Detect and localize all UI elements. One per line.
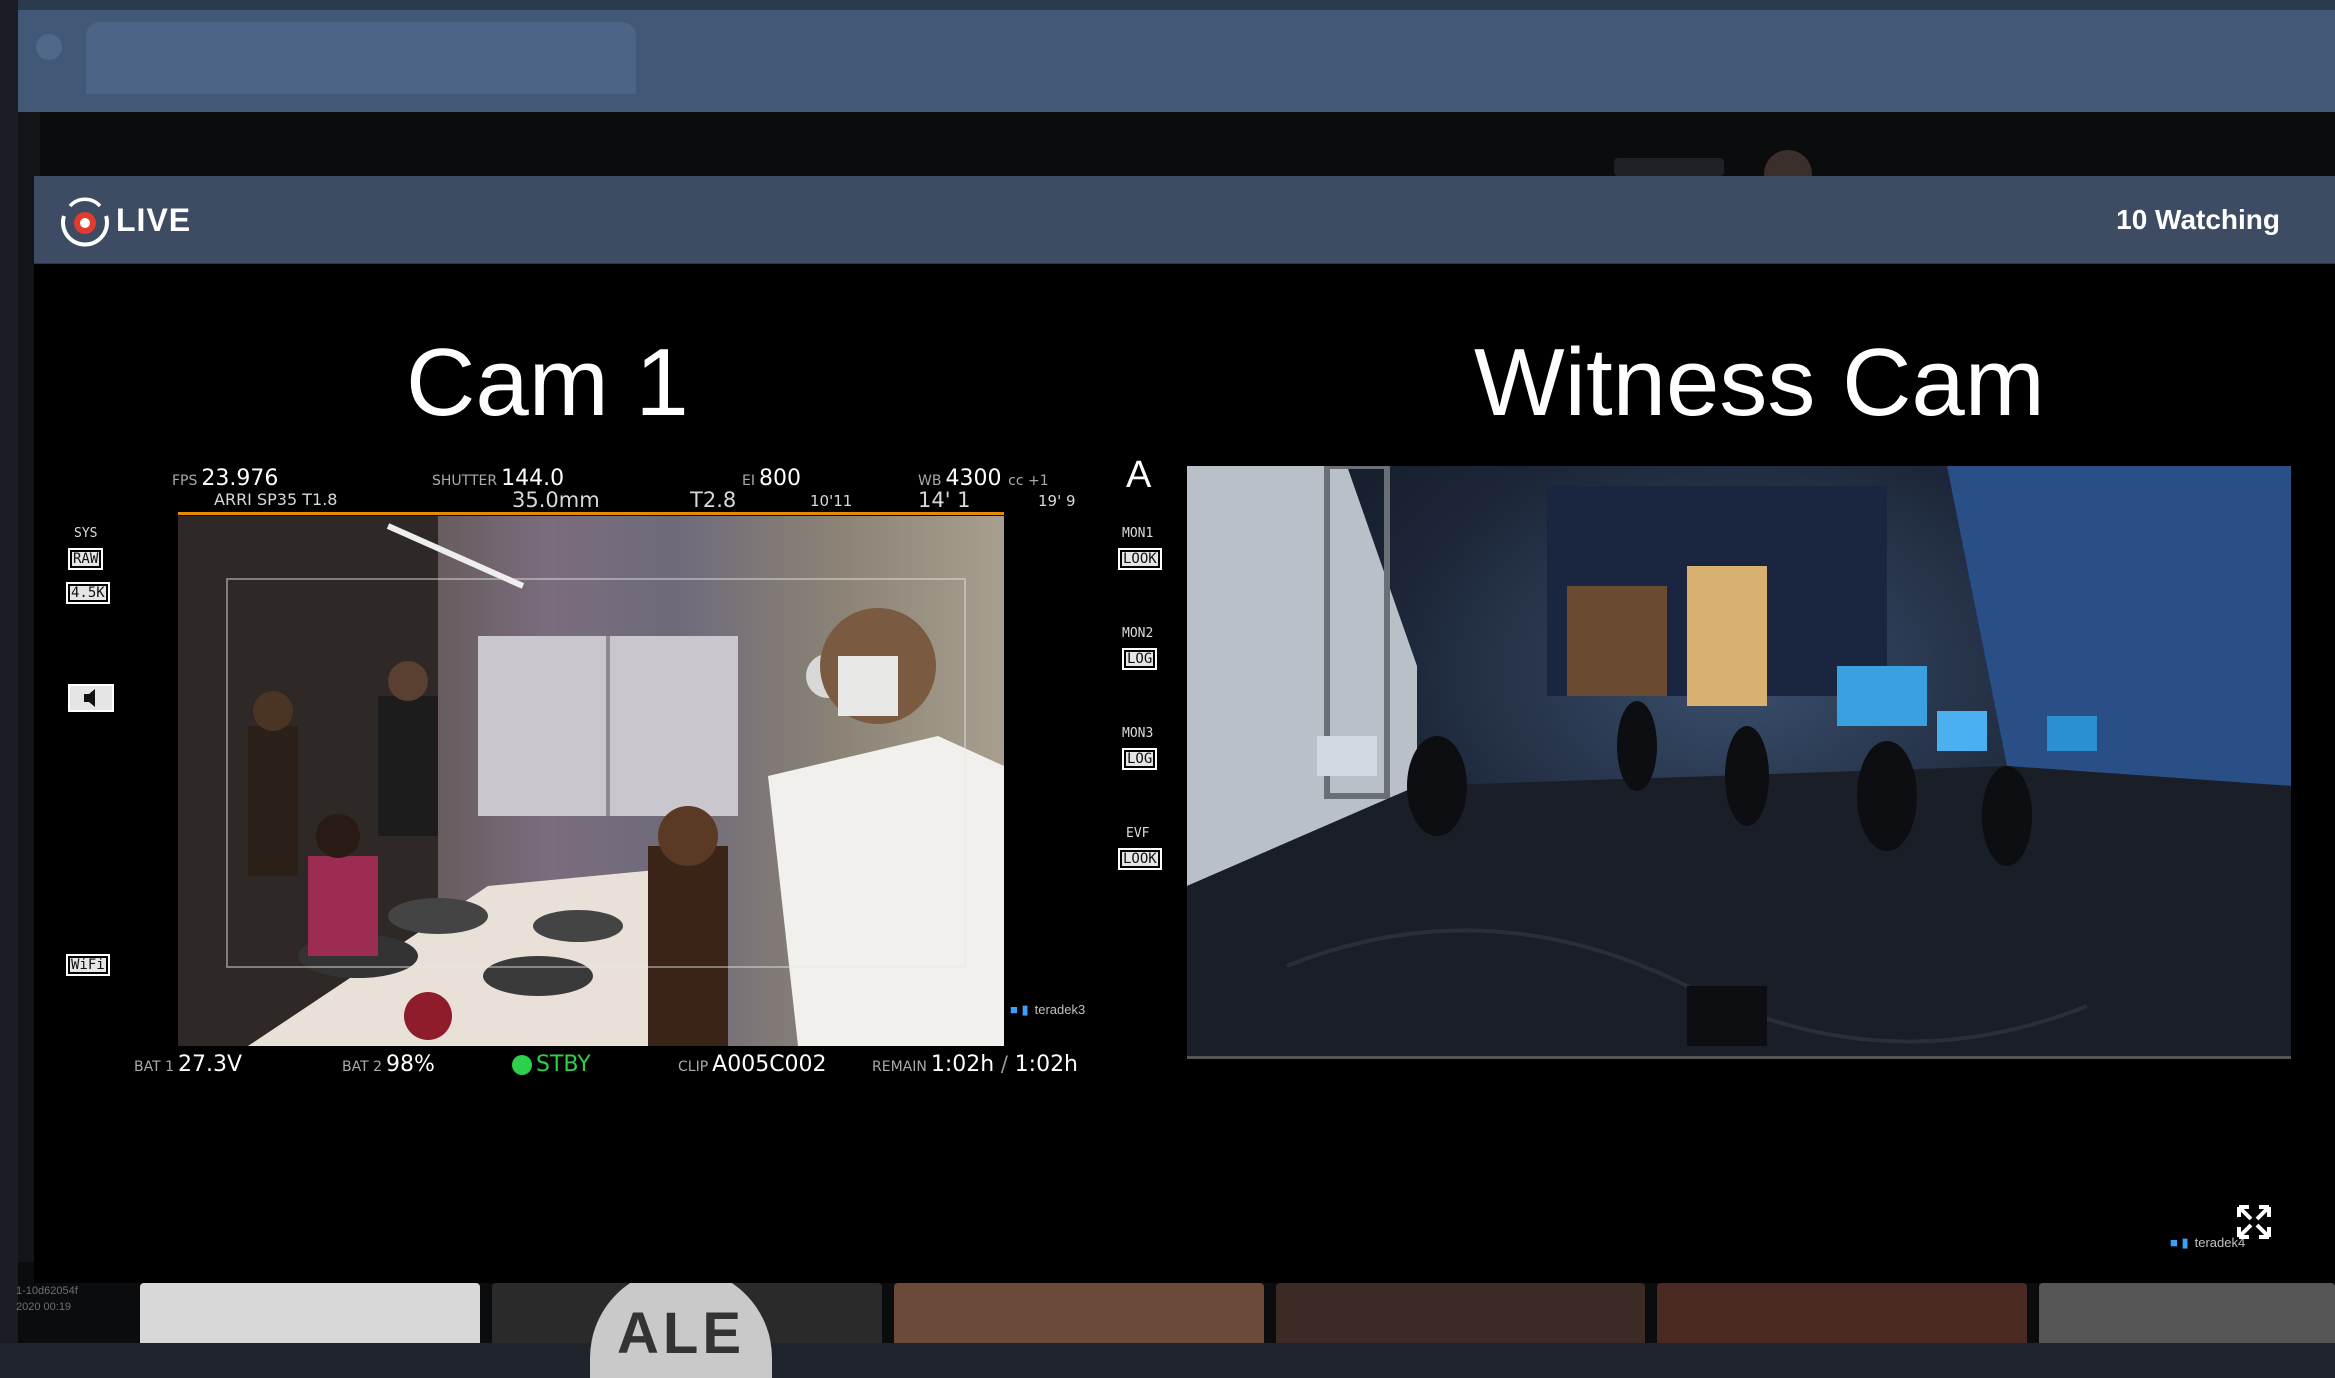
hud-cc: cc +1 [1008, 473, 1049, 489]
hud-wb-label: WB [918, 473, 942, 489]
hud-battery2-label: BAT 2 [342, 1059, 383, 1075]
witness-scene [1187, 466, 2291, 1056]
hud-fps-label: FPS [172, 473, 198, 489]
hud-evf-mode: LOOK [1118, 848, 1162, 870]
witness-cam-video[interactable] [1187, 466, 2291, 1059]
hud-status: STBY [512, 1052, 591, 1077]
hud-battery1-label: BAT 1 [134, 1059, 175, 1075]
window-edge [0, 0, 18, 1343]
witness-source-tag: ■ ▮ teradek4 [2170, 1235, 2245, 1251]
background-button [1614, 158, 1724, 176]
browser-tab[interactable] [86, 22, 636, 94]
hud-remain-label: REMAIN [872, 1059, 927, 1075]
hud-raw: RAW [68, 548, 104, 570]
hud-mon2-label: MON2 [1122, 626, 1154, 641]
background-id: 1-10d62054f [16, 1285, 78, 1297]
hud-lens: ARRI SP35 T1.8 [214, 490, 338, 509]
hud-mon2-mode: LOG [1122, 648, 1158, 670]
camera-letter: A [1126, 454, 1152, 496]
thumbnail [1657, 1283, 2028, 1343]
cam1-source-tag: ■ ▮ teradek3 [1010, 1002, 1085, 1018]
status-dot [512, 1055, 532, 1075]
hud-battery2-value: 98% [386, 1052, 435, 1077]
thumbnail [2039, 1283, 2335, 1343]
hud-fps: FPS 23.976 [172, 466, 278, 491]
hud-mon3-mode: LOG [1122, 748, 1158, 770]
background-thumbnails [140, 1283, 2335, 1343]
thumbnail [140, 1283, 481, 1343]
cam1-source-name: teradek3 [1034, 1002, 1086, 1017]
modal-header: LIVE 10 Watching [34, 176, 2335, 264]
frame-guide [226, 578, 966, 968]
hud-mon1-mode: LOOK [1118, 548, 1162, 570]
hud-mon3-label: MON3 [1122, 726, 1154, 741]
hud-fps-value: 23.976 [201, 466, 279, 491]
witness-cam-title: Witness Cam [1474, 329, 2045, 436]
hud-distance-far: 19' 9 [1038, 492, 1076, 510]
live-broadcast-icon [61, 197, 109, 247]
window-control[interactable] [36, 34, 62, 60]
hud-clip-label: CLIP [678, 1059, 709, 1075]
background-date: 2020 00:19 [16, 1301, 72, 1313]
hud-remain-separator: / [1000, 1052, 1008, 1076]
speaker-icon [68, 684, 114, 712]
wifi-indicator: WiFi [66, 954, 110, 976]
thumbnail [1275, 1283, 1646, 1343]
hud-ei-label: EI [742, 473, 755, 489]
hud-clip-value: A005C002 [712, 1052, 827, 1077]
hud-battery1: BAT 1 27.3V [134, 1052, 242, 1077]
hud-remain-value: 1:02h [930, 1052, 995, 1077]
hud-evf-label: EVF [1126, 826, 1150, 841]
hud-remain: REMAIN 1:02h / 1:02h [872, 1052, 1078, 1077]
hud-sys-label: SYS [74, 526, 98, 541]
hud-distance-near: 10'11 [810, 492, 853, 510]
hud-ei-value: 800 [758, 466, 801, 491]
camera-source-icon: ■ ▮ [1010, 1002, 1029, 1017]
hud-focal: 35.0mm [512, 488, 600, 512]
hud-resolution: 4.5K [66, 582, 110, 604]
recording-frame-line [178, 512, 1004, 515]
hud-battery1-value: 27.3V [178, 1052, 243, 1077]
fullscreen-expand-icon[interactable] [2235, 1203, 2273, 1241]
background-timestamp: 1-10d62054f 2020 00:19 [16, 1283, 78, 1315]
hud-clip: CLIP A005C002 [678, 1052, 827, 1077]
watching-count: 10 Watching [2116, 204, 2280, 235]
live-label: LIVE [116, 202, 192, 238]
hud-battery2: BAT 2 98% [342, 1052, 435, 1077]
hud-distance-mid: 14' 1 [918, 488, 971, 512]
hud-status-value: STBY [536, 1052, 591, 1077]
hud-tstop: T2.8 [690, 488, 737, 512]
cam1-feed[interactable]: FPS 23.976 ARRI SP35 T1.8 SHUTTER 144.0 35… [42, 276, 1166, 1077]
hud-mon1-label: MON1 [1122, 526, 1154, 541]
camera-source-icon: ■ ▮ [2170, 1235, 2189, 1250]
hud-ei: EI 800 [742, 466, 801, 491]
browser-tab-bar [18, 0, 2335, 112]
thumbnail [893, 1283, 1264, 1343]
hud-shutter-label: SHUTTER [432, 473, 498, 489]
hud-remain-value-2: 1:02h [1014, 1052, 1079, 1077]
